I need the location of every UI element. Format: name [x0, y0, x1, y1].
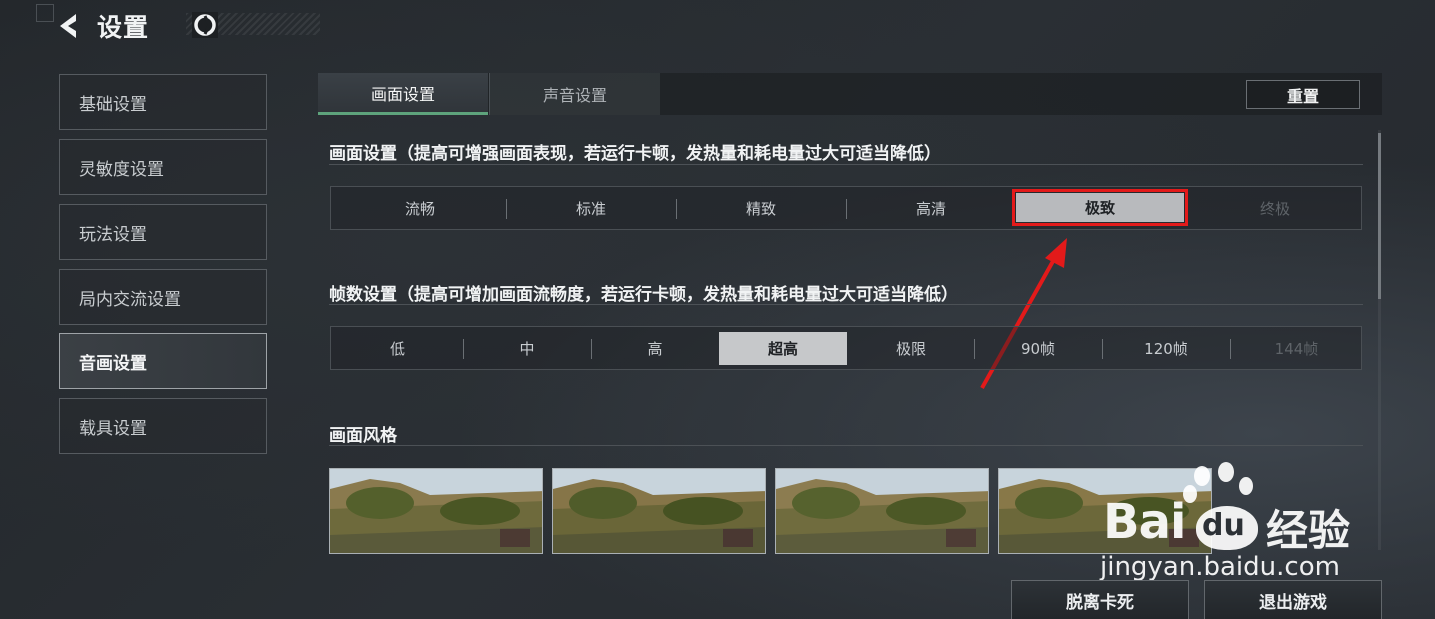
fps-option-super-high[interactable]: 超高 [719, 332, 847, 365]
quality-option-ultimate[interactable]: 终极 [1187, 187, 1363, 229]
sidebar-item-audio-video[interactable]: 音画设置 [59, 333, 267, 389]
divider [329, 164, 1363, 165]
fps-option-extreme[interactable]: 极限 [847, 327, 975, 369]
sidebar-item-label: 基础设置 [79, 94, 147, 115]
quality-option-hd[interactable]: 高清 [846, 187, 1016, 229]
fps-option-high[interactable]: 高 [591, 327, 719, 369]
sidebar-item-label: 音画设置 [79, 353, 147, 374]
sidebar-item-basic[interactable]: 基础设置 [59, 74, 267, 130]
style-thumbnail-3[interactable] [775, 468, 989, 554]
quality-option-standard[interactable]: 标准 [506, 187, 676, 229]
divider [329, 445, 1363, 446]
annotation-highlight-box [1012, 189, 1188, 226]
watermark-brand-right: 经验 [1266, 506, 1351, 555]
fps-option-medium[interactable]: 中 [463, 327, 591, 369]
quality-option-fine[interactable]: 精致 [676, 187, 846, 229]
back-arrow-icon[interactable] [56, 12, 80, 40]
tab-graphics[interactable]: 画面设置 [318, 73, 488, 115]
style-title: 画面风格 [329, 426, 397, 446]
unstuck-button[interactable]: 脱离卡死 [1011, 580, 1189, 619]
fps-option-120[interactable]: 120帧 [1102, 327, 1230, 369]
watermark-url: jingyan.baidu.com [1100, 552, 1340, 582]
landscape-image [776, 469, 988, 553]
sidebar-item-label: 灵敏度设置 [79, 159, 164, 180]
frame-rate-title: 帧数设置（提高可增加画面流畅度，若运行卡顿，发热量和耗电量过大可适当降低） [329, 285, 958, 305]
sidebar-item-communication[interactable]: 局内交流设置 [59, 269, 267, 325]
sidebar-item-label: 玩法设置 [79, 224, 147, 245]
sidebar-item-label: 载具设置 [79, 418, 147, 439]
fps-option-low[interactable]: 低 [331, 327, 464, 369]
style-thumbnail-2[interactable] [552, 468, 766, 554]
graphics-quality-title: 画面设置（提高可增强画面表现，若运行卡顿，发热量和耗电量过大可适当降低） [329, 144, 941, 164]
graphics-quality-selector: 流畅 标准 精致 高清 终极 [330, 186, 1362, 230]
fps-option-144[interactable]: 144帧 [1230, 327, 1363, 369]
style-thumbnail-1[interactable] [329, 468, 543, 554]
reset-button[interactable]: 重置 [1246, 80, 1360, 109]
scrollbar-thumb[interactable] [1378, 133, 1381, 299]
fps-option-90[interactable]: 90帧 [974, 327, 1102, 369]
watermark-brand-mid: du [1202, 508, 1245, 543]
page-title: 设置 [97, 13, 150, 42]
landscape-image [330, 469, 542, 553]
quality-option-smooth[interactable]: 流畅 [331, 187, 509, 229]
circle-logo-icon[interactable] [192, 12, 218, 38]
sidebar-item-sensitivity[interactable]: 灵敏度设置 [59, 139, 267, 195]
landscape-image [553, 469, 765, 553]
exit-game-button[interactable]: 退出游戏 [1204, 580, 1382, 619]
sidebar-item-vehicle[interactable]: 载具设置 [59, 398, 267, 454]
frame-rate-selector: 低 中 高 超高 极限 90帧 120帧 144帧 [330, 326, 1362, 370]
watermark-brand-left: Bai [1103, 494, 1186, 550]
sidebar-item-label: 局内交流设置 [79, 289, 181, 310]
corner-decoration [36, 4, 54, 22]
sidebar-item-gameplay[interactable]: 玩法设置 [59, 204, 267, 260]
tab-sound[interactable]: 声音设置 [489, 73, 660, 115]
divider [329, 304, 1363, 305]
